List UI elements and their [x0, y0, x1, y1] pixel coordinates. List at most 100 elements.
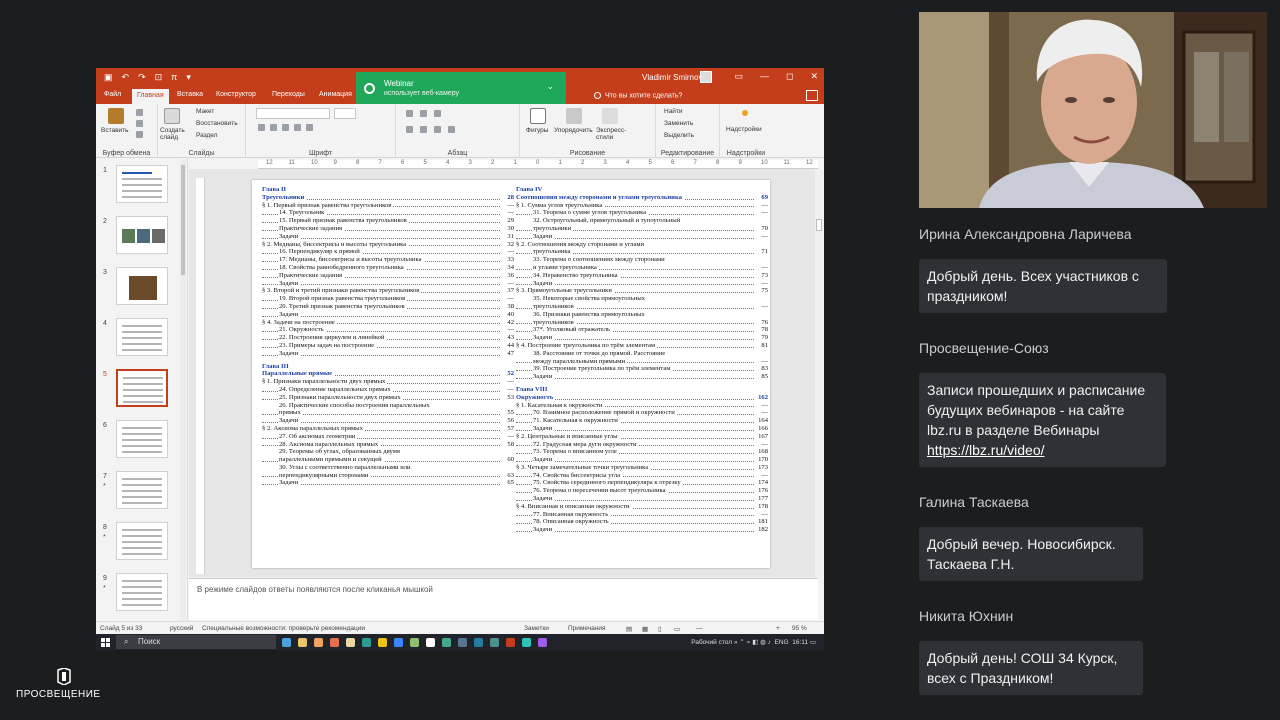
tab-insert[interactable]: Вставка [177, 91, 203, 98]
save-icon[interactable]: ▣ [104, 72, 113, 83]
zoom-out-icon[interactable]: — [696, 625, 703, 632]
slide-thumbnail[interactable] [116, 267, 168, 305]
select-button[interactable]: Выделить [664, 132, 694, 139]
pi-icon[interactable]: π [171, 72, 177, 83]
new-slide-icon[interactable] [164, 108, 180, 124]
tab-animations[interactable]: Анимация [319, 91, 352, 98]
redo-icon[interactable]: ↷ [138, 72, 146, 83]
shapes-button[interactable]: Фигуры [526, 127, 548, 134]
app-icon-1[interactable] [330, 638, 339, 647]
font-size-input[interactable] [334, 108, 356, 119]
start-slideshow-icon[interactable]: ⊡ [155, 72, 163, 83]
firefox-icon[interactable] [314, 638, 323, 647]
tab-file[interactable]: Файл [104, 91, 121, 98]
slide-thumbnail[interactable] [116, 369, 168, 407]
app-icon-2[interactable] [346, 638, 355, 647]
slide-thumbnail[interactable] [116, 471, 168, 509]
new-slide-button[interactable]: Создать слайд [160, 127, 188, 141]
minimize-icon[interactable]: — [760, 71, 769, 82]
app-icon-4[interactable] [378, 638, 387, 647]
tab-transitions[interactable]: Переходы [272, 91, 305, 98]
find-button[interactable]: Найти [664, 108, 683, 115]
sorter-view-icon[interactable]: ▦ [642, 625, 648, 633]
paste-button[interactable]: Вставить [101, 127, 129, 134]
shapes-icon[interactable] [530, 108, 546, 124]
quick-styles-icon[interactable] [602, 108, 618, 124]
app-icon-5[interactable] [394, 638, 403, 647]
app-icon-7[interactable] [426, 638, 435, 647]
italic-icon[interactable] [270, 124, 277, 131]
addins-button[interactable]: Надстройки [726, 126, 762, 133]
strikethrough-icon[interactable] [294, 124, 301, 131]
accessibility-status[interactable]: Специальные возможности: проверьте реком… [202, 625, 365, 632]
tab-home[interactable]: Главная [132, 89, 169, 104]
ribbon-display-icon[interactable]: ▭ [734, 71, 743, 82]
app-icon-12[interactable] [522, 638, 531, 647]
slide-thumbnail[interactable] [116, 165, 168, 203]
comments-toggle[interactable]: Примечания [568, 625, 606, 632]
slide-thumbnail[interactable] [116, 318, 168, 356]
avatar[interactable] [700, 71, 712, 83]
format-painter-icon[interactable] [136, 131, 143, 138]
app-icon-8[interactable] [442, 638, 451, 647]
copy-icon[interactable] [136, 120, 143, 127]
language-indicator[interactable]: русский [170, 625, 193, 632]
desktop-label[interactable]: Рабочий стол [691, 639, 732, 646]
notes-pane[interactable]: В режиме слайдов ответы появляются после… [189, 578, 818, 620]
notes-toggle[interactable]: Заметки [524, 625, 549, 632]
zoom-in-icon[interactable]: + [776, 625, 780, 632]
paste-icon[interactable] [108, 108, 124, 124]
underline-icon[interactable] [282, 124, 289, 131]
align-right-icon[interactable] [434, 126, 441, 133]
maximize-icon[interactable]: ◻ [786, 71, 793, 82]
normal-view-icon[interactable]: ▤ [626, 625, 632, 633]
app-icon-9[interactable] [458, 638, 467, 647]
chat-link[interactable]: https://lbz.ru/video/ [927, 442, 1045, 458]
app-icon-6[interactable] [410, 638, 419, 647]
zoom-level[interactable]: 95 % [792, 625, 807, 632]
scroll-thumb[interactable] [181, 165, 185, 275]
app-icon-10[interactable] [474, 638, 483, 647]
app-icon-3[interactable] [362, 638, 371, 647]
section-button[interactable]: Раздел [196, 132, 217, 139]
bold-icon[interactable] [258, 124, 265, 131]
slide-thumbnail[interactable] [116, 522, 168, 560]
thumbnails-scrollbar[interactable] [180, 159, 186, 621]
slide-thumbnail[interactable] [116, 420, 168, 458]
layout-button[interactable]: Макет [196, 108, 214, 115]
addins-icon[interactable] [742, 110, 748, 116]
font-color-icon[interactable] [306, 124, 313, 131]
slide-scrollbar[interactable] [815, 169, 823, 577]
customize-qat-icon[interactable]: ▾ [186, 72, 191, 83]
slideshow-view-icon[interactable]: ▭ [674, 625, 680, 633]
input-language[interactable]: ENG [775, 639, 789, 646]
app-icon-13[interactable] [538, 638, 547, 647]
scroll-thumb[interactable] [816, 219, 822, 231]
slide-canvas[interactable]: Глава II Треугольники 28 § 1. Первый призна… [252, 180, 770, 568]
indent-icon[interactable] [434, 110, 441, 117]
align-center-icon[interactable] [420, 126, 427, 133]
clock[interactable]: 16:11 [792, 639, 808, 646]
reset-button[interactable]: Восстановить [196, 120, 238, 127]
replace-button[interactable]: Заменить [664, 120, 693, 127]
app-icon-11[interactable] [490, 638, 499, 647]
slide-thumbnail[interactable] [116, 216, 168, 254]
chevron-down-icon[interactable]: ⌄ [546, 81, 554, 92]
font-name-input[interactable] [256, 108, 330, 119]
tab-design[interactable]: Конструктор [216, 91, 256, 98]
arrange-button[interactable]: Упорядочить [554, 127, 593, 134]
cut-icon[interactable] [136, 109, 143, 116]
file-explorer-icon[interactable] [298, 638, 307, 647]
comments-button[interactable] [806, 90, 818, 101]
bullets-icon[interactable] [406, 110, 413, 117]
powerpoint-taskbar-icon[interactable] [506, 638, 515, 647]
windows-start-icon[interactable] [101, 638, 110, 647]
slide-thumbnail[interactable] [116, 573, 168, 611]
close-icon[interactable]: ✕ [810, 71, 818, 82]
webcam-notification[interactable]: Webinar использует веб-камеру ⌄ [356, 72, 566, 104]
tell-me-search[interactable]: Что вы хотите сделать? [594, 92, 682, 99]
quick-styles-button[interactable]: Экспресс-стили [596, 127, 626, 141]
reading-view-icon[interactable]: ▯ [658, 625, 662, 633]
arrange-icon[interactable] [566, 108, 582, 124]
undo-icon[interactable]: ↶ [122, 72, 130, 83]
